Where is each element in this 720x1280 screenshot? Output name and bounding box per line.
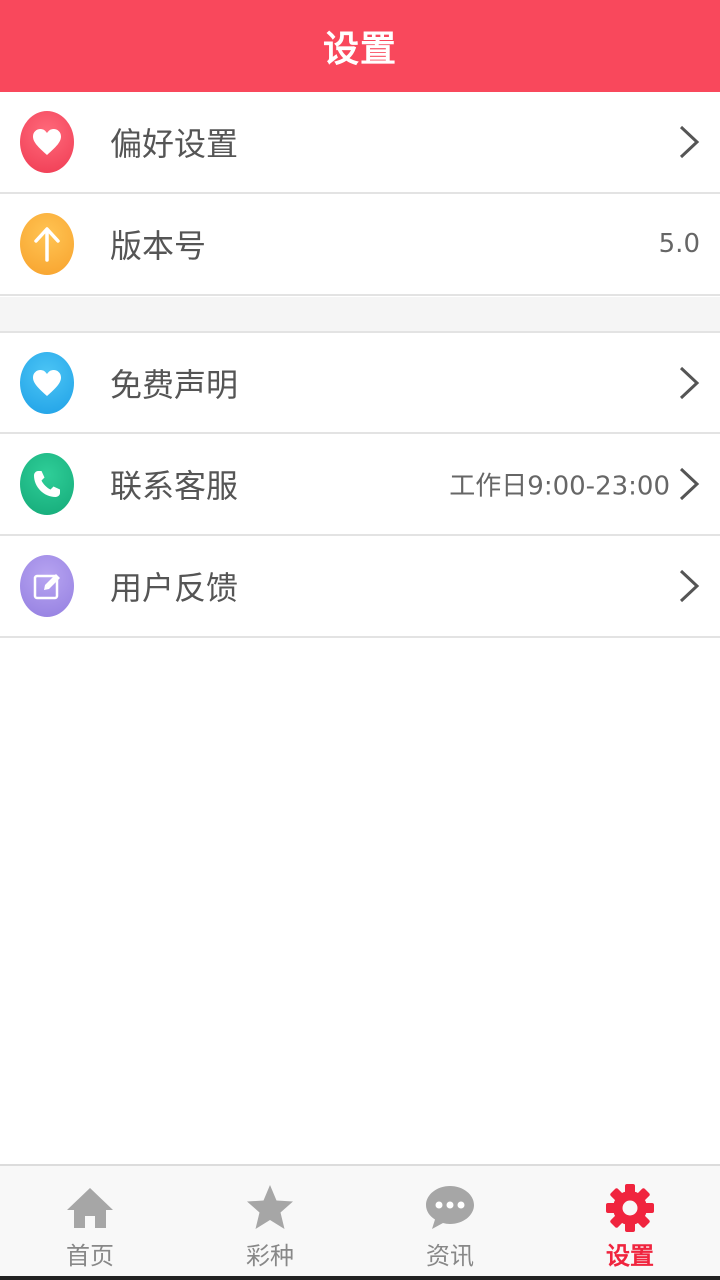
chevron-right-icon — [679, 125, 700, 159]
tab-home[interactable]: 首页 — [0, 1166, 180, 1280]
tab-label: 彩种 — [246, 1242, 294, 1270]
preferences-row[interactable]: 偏好设置 — [0, 92, 720, 194]
chevron-right-icon — [679, 569, 700, 603]
tab-label: 设置 — [606, 1242, 654, 1270]
tab-label: 资讯 — [426, 1242, 474, 1270]
customer-service-label: 联系客服 — [110, 467, 239, 505]
star-icon — [247, 1185, 293, 1229]
tab-news[interactable]: 资讯 — [360, 1166, 540, 1280]
home-icon — [67, 1188, 113, 1228]
heart-icon — [20, 351, 74, 414]
page-title: 设置 — [322, 29, 397, 70]
version-value: 5.0 — [658, 229, 700, 259]
edit-icon — [20, 555, 74, 617]
preferences-label: 偏好设置 — [110, 125, 239, 163]
settings-group-2: 免费声明 联系客服 工作日9:00-23:00 用户反馈 — [0, 331, 720, 638]
bottom-tab-bar: 首页 彩种 资讯 设置 — [0, 1164, 720, 1280]
gear-icon — [606, 1184, 654, 1232]
section-gap — [0, 297, 720, 331]
disclaimer-row[interactable]: 免费声明 — [0, 331, 720, 434]
chevron-right-icon — [679, 467, 700, 501]
title-bar: 设置 — [0, 0, 720, 92]
settings-screen: 设置 偏好设置 版本号 5.0 免费声明 联系客服 工作日9:00-23:00 … — [0, 0, 720, 1280]
chevron-right-icon — [679, 366, 700, 399]
customer-service-row[interactable]: 联系客服 工作日9:00-23:00 — [0, 434, 720, 536]
version-row: 版本号 5.0 — [0, 194, 720, 296]
phone-icon — [20, 453, 74, 515]
tab-label: 首页 — [66, 1242, 114, 1270]
feedback-label: 用户反馈 — [110, 569, 239, 607]
disclaimer-label: 免费声明 — [110, 365, 239, 404]
arrow-up-icon — [20, 213, 74, 275]
screen-bottom-edge — [0, 1276, 720, 1280]
heart-icon — [20, 111, 74, 173]
service-hours: 工作日9:00-23:00 — [449, 471, 670, 502]
settings-group-1: 偏好设置 版本号 5.0 — [0, 92, 720, 296]
tab-lottery-types[interactable]: 彩种 — [180, 1166, 360, 1280]
tab-settings[interactable]: 设置 — [540, 1166, 720, 1280]
version-label: 版本号 — [110, 227, 207, 265]
feedback-row[interactable]: 用户反馈 — [0, 536, 720, 638]
chat-bubble-icon — [426, 1186, 474, 1229]
